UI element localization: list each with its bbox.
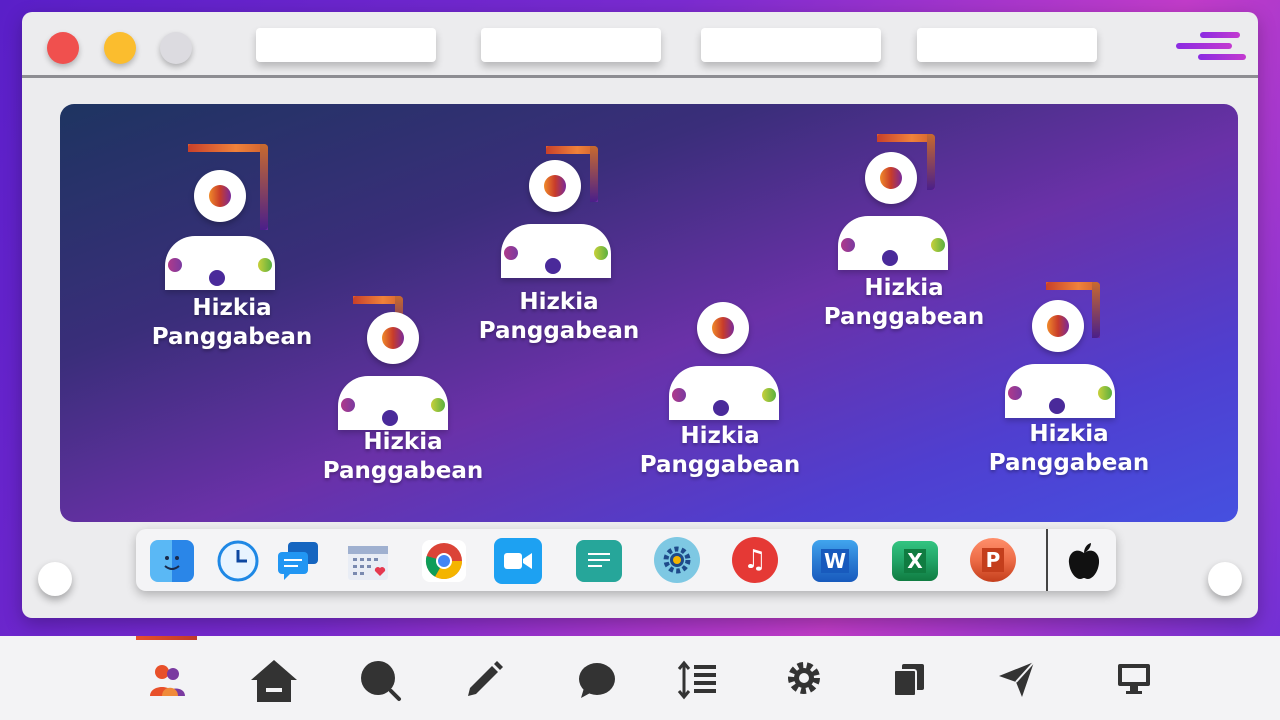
minimize-button[interactable] [104, 32, 136, 64]
dock-separator [1046, 529, 1048, 591]
active-tab-indicator [136, 636, 197, 640]
chat-icon[interactable] [576, 540, 622, 582]
person-card[interactable]: Hizkia Panggabean [640, 300, 824, 520]
person-last-name: Panggabean [322, 458, 484, 484]
files-icon[interactable] [890, 658, 934, 702]
person-first-name: Hizkia [680, 423, 760, 449]
tab-4[interactable] [917, 28, 1097, 62]
monitor-icon[interactable] [1114, 658, 1158, 702]
word-icon[interactable]: W [812, 540, 858, 582]
avatar-head-icon [865, 152, 917, 204]
left-knob [38, 562, 72, 596]
chrome-icon[interactable] [422, 540, 466, 582]
avatar-body-icon [165, 236, 275, 290]
bottom-nav [0, 636, 1280, 720]
person-name: Hizkia Panggabean [132, 294, 332, 352]
avatar-body-icon [838, 216, 948, 270]
person-name: Hizkia Panggabean [804, 274, 1004, 332]
dock: ♫ W X P [136, 529, 1116, 591]
zoom-button[interactable] [160, 32, 192, 64]
person-name: Hizkia Panggabean [303, 428, 503, 486]
avatar-head-icon [529, 160, 581, 212]
right-knob [1208, 562, 1242, 596]
person-card[interactable]: Hizkia Panggabean [989, 282, 1160, 502]
word-glyph: W [820, 549, 850, 573]
settings-icon[interactable] [654, 537, 700, 583]
gear-icon[interactable] [784, 658, 828, 702]
users-icon[interactable] [145, 658, 189, 702]
person-card[interactable]: Hizkia Panggabean [823, 134, 993, 354]
music-icon[interactable]: ♫ [732, 537, 778, 583]
messages-icon[interactable] [276, 540, 320, 582]
person-name: Hizkia Panggabean [620, 422, 820, 480]
apple-icon[interactable] [1062, 540, 1106, 582]
avatar-head-icon [1032, 300, 1084, 352]
menu-lines-icon[interactable] [1176, 30, 1248, 62]
person-last-name: Panggabean [151, 324, 313, 350]
person-first-name: Hizkia [519, 289, 599, 315]
person-last-name: Panggabean [639, 452, 801, 478]
avatar-head-icon [367, 312, 419, 364]
powerpoint-icon[interactable]: P [970, 538, 1016, 582]
tab-1[interactable] [256, 28, 436, 62]
sort-lines-icon[interactable] [676, 658, 720, 702]
person-last-name: Panggabean [823, 304, 985, 330]
tab-2[interactable] [481, 28, 661, 62]
people-stage: Hizkia Panggabean Hizkia Panggabean Hizk… [60, 104, 1238, 522]
pencil-icon[interactable] [462, 658, 506, 702]
chat-bubble-icon[interactable] [576, 658, 620, 702]
person-first-name: Hizkia [864, 275, 944, 301]
person-first-name: Hizkia [1029, 421, 1109, 447]
clock-icon[interactable] [216, 540, 260, 582]
search-icon[interactable] [358, 658, 402, 702]
close-button[interactable] [47, 32, 79, 64]
excel-icon[interactable]: X [892, 541, 938, 581]
person-card[interactable]: Hizkia Panggabean [150, 144, 320, 364]
person-card[interactable]: Hizkia Panggabean [479, 146, 656, 366]
powerpoint-glyph: P [981, 548, 1005, 572]
person-last-name: Panggabean [478, 318, 640, 344]
excel-glyph: X [904, 549, 926, 573]
calendar-icon[interactable] [346, 540, 390, 582]
avatar-body-icon [669, 366, 779, 420]
avatar-head-icon [697, 302, 749, 354]
person-first-name: Hizkia [192, 295, 272, 321]
person-last-name: Panggabean [988, 450, 1150, 476]
finder-icon[interactable] [150, 540, 194, 582]
send-icon[interactable] [996, 658, 1040, 702]
avatar-body-icon [1005, 364, 1115, 418]
person-name: Hizkia Panggabean [969, 420, 1169, 478]
home-icon[interactable] [249, 658, 299, 702]
tab-3[interactable] [701, 28, 881, 62]
avatar-body-icon [338, 376, 448, 430]
person-first-name: Hizkia [363, 429, 443, 455]
avatar-head-icon [194, 170, 246, 222]
avatar-body-icon [501, 224, 611, 278]
titlebar [22, 12, 1258, 78]
person-name: Hizkia Panggabean [459, 288, 659, 346]
zoom-video-icon[interactable] [494, 538, 542, 584]
